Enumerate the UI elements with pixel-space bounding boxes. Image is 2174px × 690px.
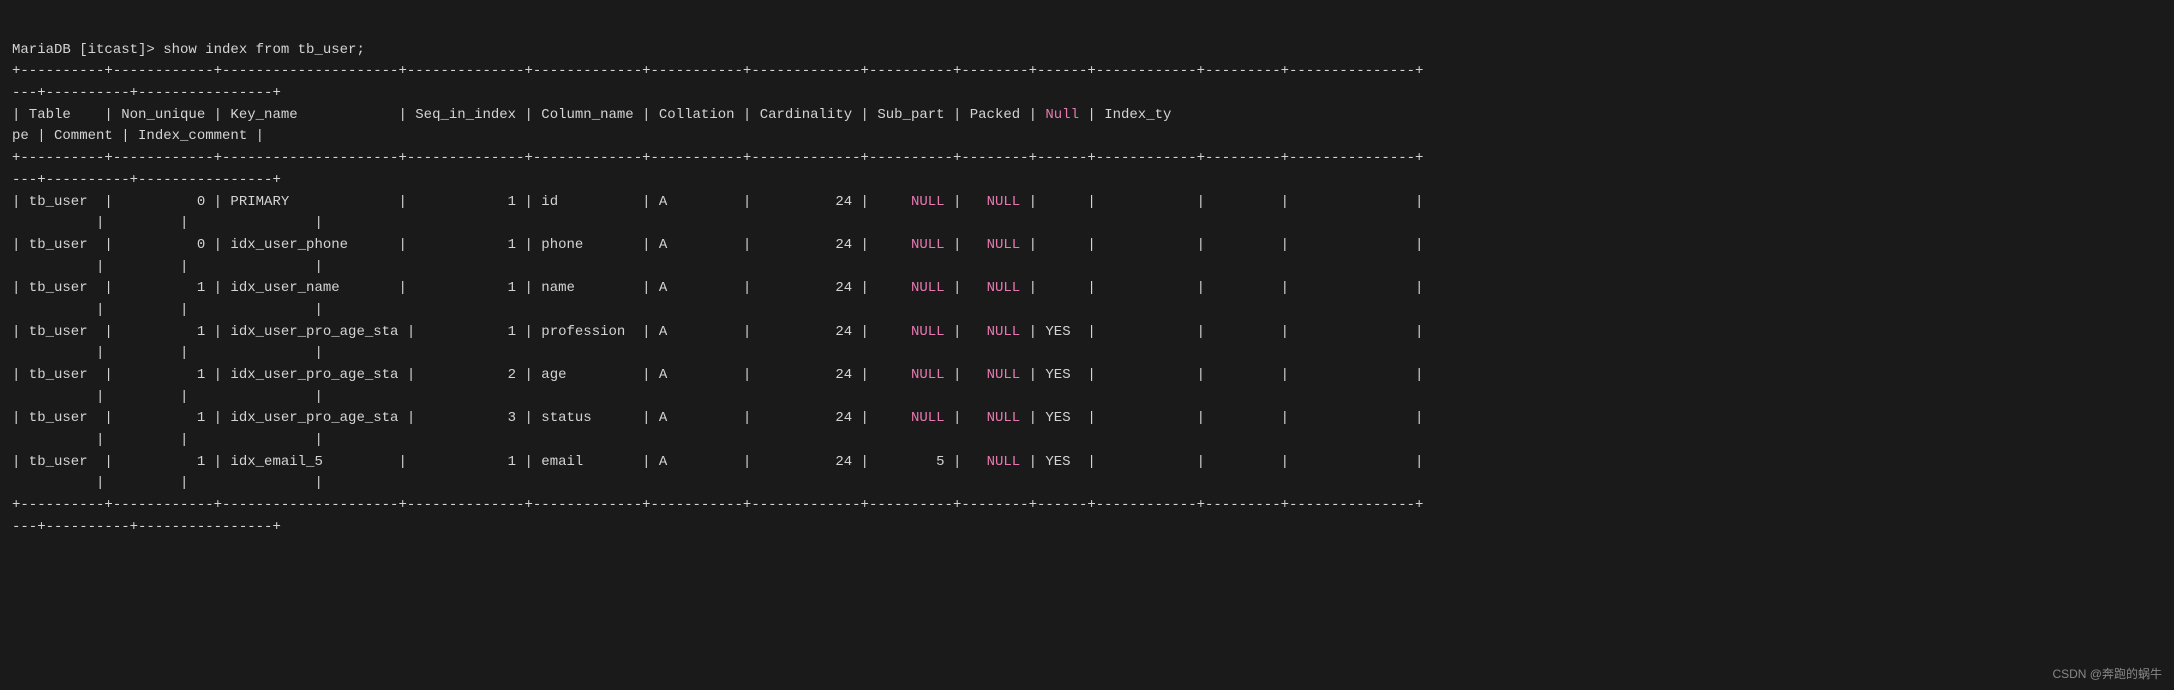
- header-row2: pe | Comment | Index_comment |: [12, 128, 264, 144]
- table-row: | tb_user | 1 | idx_user_pro_age_sta | 2…: [12, 367, 1423, 383]
- header-row: | Table | Non_unique | Key_name | Seq_in…: [12, 107, 1171, 123]
- table-row-continuation2: | | |: [12, 259, 323, 275]
- table-row-continuation1: | | |: [12, 215, 323, 231]
- table-row: | tb_user | 1 | idx_user_name | 1 | name…: [12, 280, 1423, 296]
- table-row-continuation7: | | |: [12, 475, 323, 491]
- table-row-continuation3: | | |: [12, 302, 323, 318]
- separator-header-bottom2: ---+----------+----------------+: [12, 172, 281, 188]
- table-row-continuation4: | | |: [12, 345, 323, 361]
- table-row-continuation6: | | |: [12, 432, 323, 448]
- table-row: | tb_user | 1 | idx_user_pro_age_sta | 1…: [12, 324, 1423, 340]
- watermark: CSDN @奔跑的蜗牛: [2052, 665, 2162, 682]
- table-row: | tb_user | 0 | PRIMARY | 1 | id | A | 2…: [12, 194, 1423, 210]
- separator-top: +----------+------------+---------------…: [12, 63, 1423, 79]
- command-line: MariaDB [itcast]> show index from tb_use…: [12, 42, 365, 58]
- separator-bottom2: ---+----------+----------------+: [12, 519, 281, 535]
- table-row: | tb_user | 1 | idx_user_pro_age_sta | 3…: [12, 410, 1423, 426]
- table-row: | tb_user | 1 | idx_email_5 | 1 | email …: [12, 454, 1423, 470]
- separator-top2: ---+----------+----------------+: [12, 85, 281, 101]
- table-row-continuation5: | | |: [12, 389, 323, 405]
- terminal-window: MariaDB [itcast]> show index from tb_use…: [0, 10, 2174, 547]
- separator-bottom: +----------+------------+---------------…: [12, 497, 1423, 513]
- table-row: | tb_user | 0 | idx_user_phone | 1 | pho…: [12, 237, 1423, 253]
- separator-header-bottom: +----------+------------+---------------…: [12, 150, 1423, 166]
